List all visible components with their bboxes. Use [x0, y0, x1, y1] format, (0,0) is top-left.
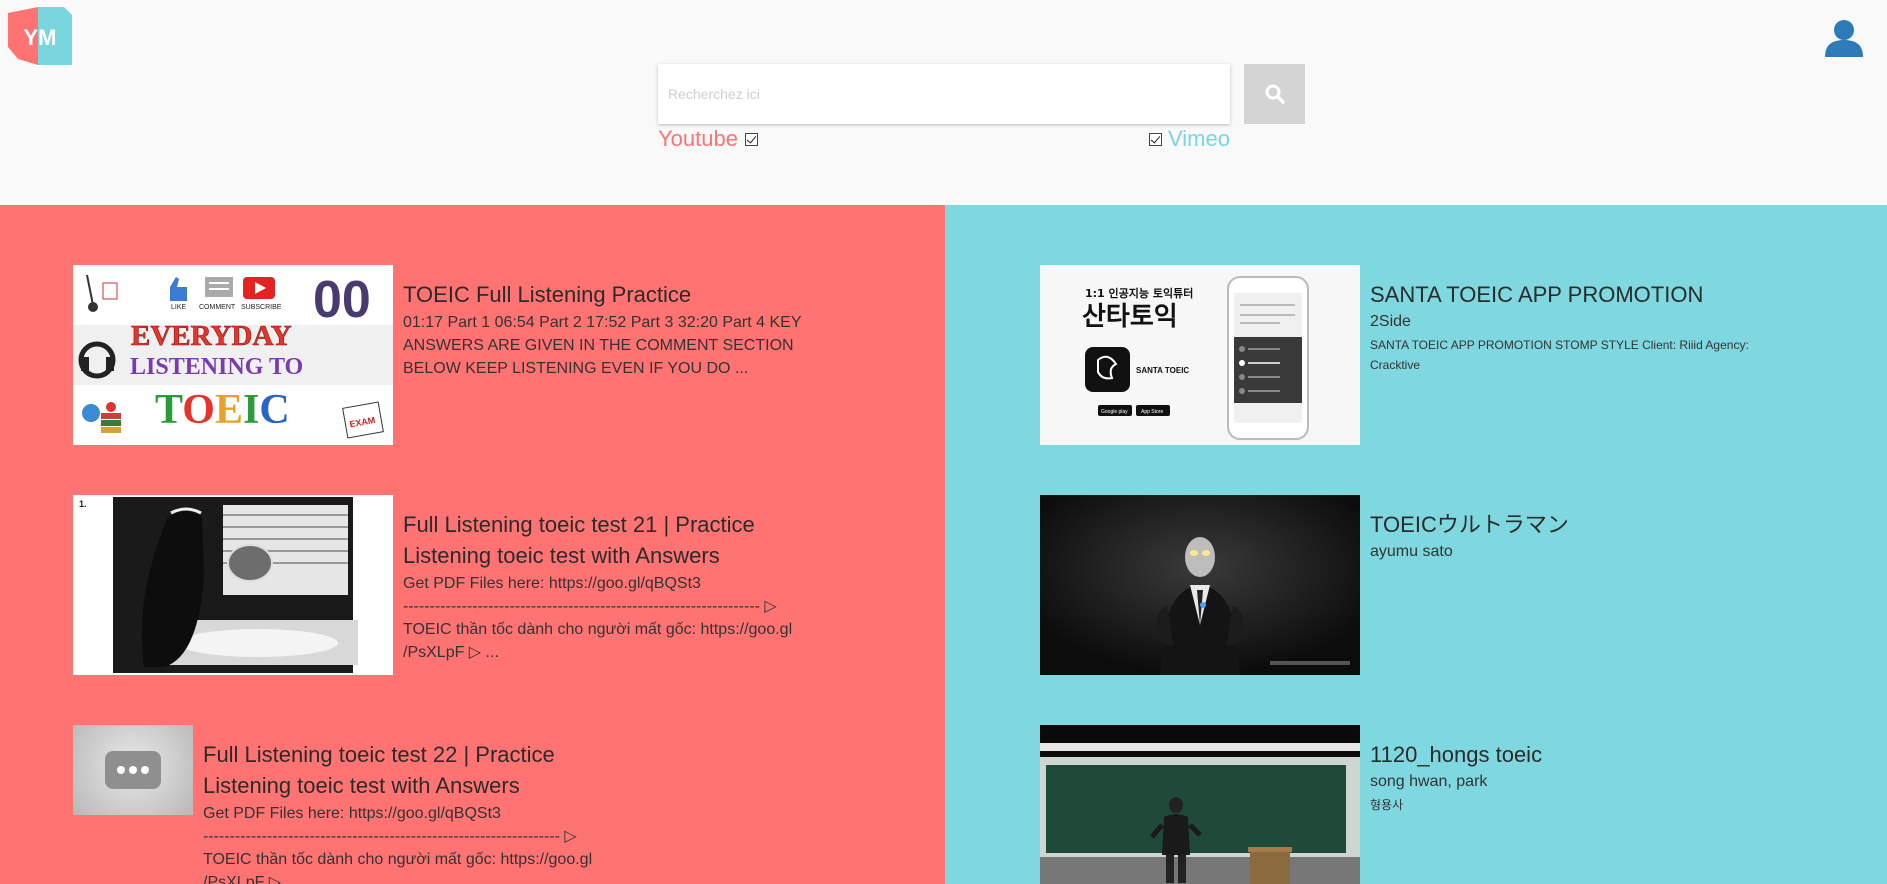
vimeo-source-label[interactable]: Vimeo [1168, 126, 1230, 152]
video-thumbnail[interactable]: 1:1 인공지능 토익튜터 산타토익 SANTA TOEIC Google pl… [1040, 265, 1360, 445]
thumb-comment-label: COMMENT [199, 304, 236, 311]
video-thumbnail[interactable] [1040, 725, 1360, 884]
thumb-store-1: Google play [1101, 409, 1128, 415]
youtube-result-1[interactable]: LIKE COMMENT SUBSCRIBE 00 EVERYDAY LISTE… [73, 265, 813, 445]
app-logo[interactable]: YM [8, 7, 72, 65]
video-thumbnail[interactable]: 1. [73, 495, 393, 675]
search-button[interactable] [1244, 64, 1305, 124]
search-icon [1265, 84, 1285, 104]
video-author[interactable]: ayumu sato [1370, 541, 1780, 563]
video-description-line-3: TOEIC thần tốc dành cho người mất gốc: h… [203, 851, 593, 884]
header: YM Youtube Vimeo [0, 0, 1887, 205]
vimeo-result-2[interactable]: TOEICウルトラマン ayumu sato [1040, 495, 1800, 675]
thumb-number: 1. [79, 499, 87, 509]
video-description-line-2: ----------------------------------------… [203, 828, 577, 845]
video-description-line-2: ----------------------------------------… [403, 598, 777, 615]
video-description: SANTA TOEIC APP PROMOTION STOMP STYLE Cl… [1370, 338, 1749, 372]
video-title[interactable]: SANTA TOEIC APP PROMOTION [1370, 279, 1780, 310]
vimeo-results: 1:1 인공지능 토익튜터 산타토익 SANTA TOEIC Google pl… [945, 205, 1887, 884]
video-description: 01:17 Part 1 06:54 Part 2 17:52 Part 3 3… [403, 314, 802, 377]
logo-text: YM [24, 25, 57, 50]
video-info: TOEICウルトラマン ayumu sato [1370, 509, 1780, 565]
video-description: 형용사 [1370, 798, 1404, 812]
thumb-brand: 산타토익 [1082, 302, 1178, 332]
youtube-source-checkbox[interactable] [745, 133, 758, 146]
vimeo-source-checkbox[interactable] [1149, 133, 1162, 146]
thumb-store-2: App Store [1141, 409, 1163, 415]
video-thumbnail[interactable]: LIKE COMMENT SUBSCRIBE 00 EVERYDAY LISTE… [73, 265, 393, 445]
youtube-results: LIKE COMMENT SUBSCRIBE 00 EVERYDAY LISTE… [0, 205, 945, 884]
vimeo-result-3[interactable]: 1120_hongs toeic song hwan, park 형용사 [1040, 725, 1800, 884]
video-description-line-1: Get PDF Files here: https://goo.gl/qBQSt… [403, 575, 701, 592]
vimeo-result-1[interactable]: 1:1 인공지능 토익튜터 산타토익 SANTA TOEIC Google pl… [1040, 265, 1800, 445]
thumb-line-2: LISTENING TO [130, 354, 303, 380]
video-thumbnail[interactable] [73, 725, 193, 815]
youtube-result-3[interactable]: Full Listening toeic test 22 | Practice … [73, 725, 613, 884]
video-info: Full Listening toeic test 21 | Practice … [403, 509, 813, 664]
video-description-line-3: TOEIC thần tốc dành cho người mất gốc: h… [403, 621, 793, 661]
thumb-line-3: TOEIC [155, 387, 290, 433]
video-info: SANTA TOEIC APP PROMOTION 2Side SANTA TO… [1370, 279, 1780, 375]
video-title[interactable]: TOEICウルトラマン [1370, 509, 1780, 540]
thumb-subscribe-label: SUBSCRIBE [241, 304, 282, 311]
video-info: Full Listening toeic test 22 | Practice … [203, 739, 613, 884]
youtube-source-label[interactable]: Youtube [658, 126, 738, 152]
video-author[interactable]: song hwan, park [1370, 771, 1780, 793]
thumb-like-label: LIKE [171, 304, 187, 311]
more-dots-icon [105, 751, 161, 789]
thumb-number: 00 [313, 271, 371, 329]
thumb-app-name: SANTA TOEIC [1136, 366, 1189, 375]
video-author[interactable]: 2Side [1370, 311, 1780, 333]
thumb-tagline: 1:1 인공지능 토익튜터 [1085, 286, 1193, 300]
video-info: 1120_hongs toeic song hwan, park 형용사 [1370, 739, 1780, 815]
youtube-result-2[interactable]: 1. Full Listening toeic test 21 | Practi… [73, 495, 813, 675]
video-title[interactable]: 1120_hongs toeic [1370, 739, 1780, 770]
video-info: TOEIC Full Listening Practice 01:17 Part… [403, 279, 813, 380]
thumb-line-1: EVERYDAY [131, 320, 292, 352]
video-title[interactable]: Full Listening toeic test 21 | Practice … [403, 509, 813, 571]
video-title[interactable]: Full Listening toeic test 22 | Practice … [203, 739, 613, 801]
video-title[interactable]: TOEIC Full Listening Practice [403, 279, 813, 310]
video-thumbnail[interactable] [1040, 495, 1360, 675]
video-description-line-1: Get PDF Files here: https://goo.gl/qBQSt… [203, 805, 501, 822]
search-input[interactable] [658, 64, 1230, 124]
user-icon[interactable] [1824, 19, 1864, 57]
